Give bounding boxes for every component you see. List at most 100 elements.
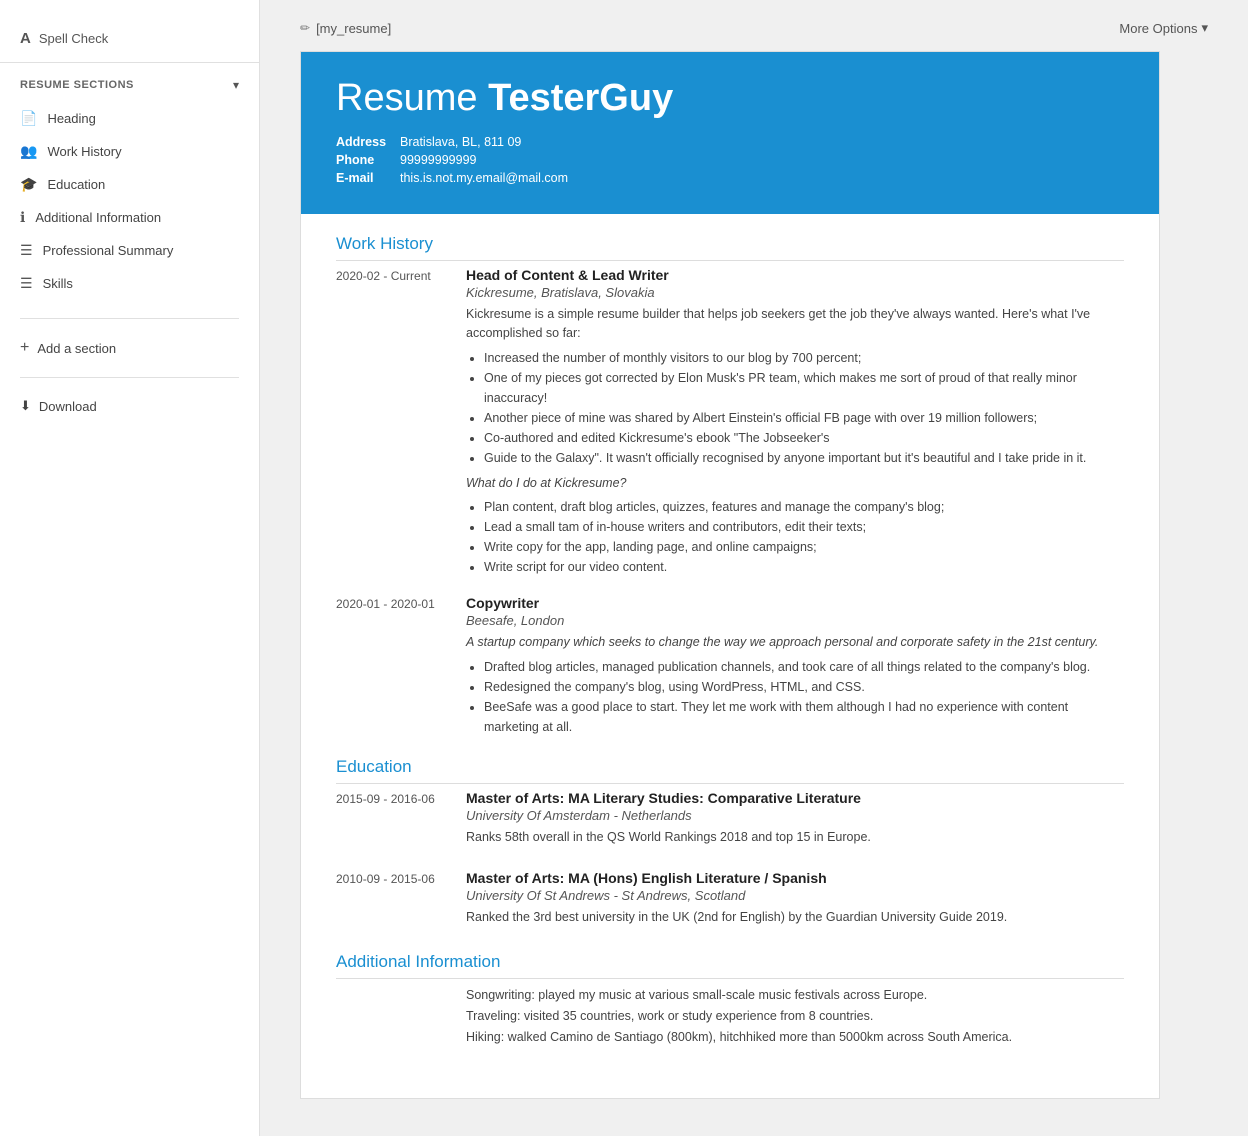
work-entry-1: 2020-02 - Current Head of Content & Lead…: [336, 267, 1124, 577]
work-entry-1-date: 2020-02 - Current: [336, 267, 466, 577]
education-section: Education 2015-09 - 2016-06 Master of Ar…: [336, 757, 1124, 932]
work-entry-1-extra-bullets: Plan content, draft blog articles, quizz…: [484, 497, 1124, 577]
add-section-label: Add a section: [37, 341, 116, 356]
sidebar-item-additional-info[interactable]: ℹ Additional Information: [0, 201, 259, 234]
phone-row: Phone 99999999999: [336, 153, 1124, 167]
work-entry-2-subtitle: Beesafe, London: [466, 613, 1124, 628]
pencil-icon: ✏: [300, 21, 310, 35]
work-entry-2-bullets: Drafted blog articles, managed publicati…: [484, 657, 1124, 737]
more-options-button[interactable]: More Options ▾: [1119, 20, 1208, 36]
additional-line-3: Hiking: walked Camino de Santiago (800km…: [466, 1027, 1124, 1048]
education-entry-1-subtitle: University Of Amsterdam - Netherlands: [466, 808, 1124, 823]
list-item: Another piece of mine was shared by Albe…: [484, 408, 1124, 428]
work-history-section: Work History 2020-02 - Current Head of C…: [336, 234, 1124, 737]
list-item: Write copy for the app, landing page, an…: [484, 537, 1124, 557]
resume-body: Work History 2020-02 - Current Head of C…: [301, 214, 1159, 1098]
spell-check-label: Spell Check: [39, 31, 108, 46]
file-name[interactable]: ✏ [my_resume]: [300, 21, 391, 36]
work-entry-2-date: 2020-01 - 2020-01: [336, 595, 466, 737]
additional-info-content: Songwriting: played my music at various …: [336, 985, 1124, 1049]
sidebar-item-work-history-label: Work History: [47, 144, 121, 159]
address-label: Address: [336, 135, 396, 149]
education-entry-1: 2015-09 - 2016-06 Master of Arts: MA Lit…: [336, 790, 1124, 852]
list-item: Drafted blog articles, managed publicati…: [484, 657, 1124, 677]
professional-summary-icon: ☰: [20, 242, 33, 259]
education-entry-2-title: Master of Arts: MA (Hons) English Litera…: [466, 870, 1124, 886]
list-item: Write script for our video content.: [484, 557, 1124, 577]
top-bar: ✏ [my_resume] More Options ▾: [300, 20, 1208, 36]
phone-value: 99999999999: [400, 153, 476, 167]
divider: [20, 318, 239, 319]
email-row: E-mail this.is.not.my.email@mail.com: [336, 171, 1124, 185]
list-item: One of my pieces got corrected by Elon M…: [484, 368, 1124, 408]
education-entry-1-content: Master of Arts: MA Literary Studies: Com…: [466, 790, 1124, 852]
work-entry-1-title: Head of Content & Lead Writer: [466, 267, 1124, 283]
email-value: this.is.not.my.email@mail.com: [400, 171, 568, 185]
nav-items: 📄 Heading 👥 Work History 🎓 Education ℹ A…: [0, 102, 259, 310]
list-item: Co-authored and edited Kickresume's eboo…: [484, 428, 1124, 448]
add-icon: +: [20, 339, 29, 357]
additional-line-1: Songwriting: played my music at various …: [466, 985, 1124, 1006]
address-value: Bratislava, BL, 811 09: [400, 135, 521, 149]
list-item: Increased the number of monthly visitors…: [484, 348, 1124, 368]
resume-name: Resume TesterGuy: [336, 77, 1124, 120]
work-entry-2: 2020-01 - 2020-01 Copywriter Beesafe, Lo…: [336, 595, 1124, 737]
work-entry-1-extra-title: What do I do at Kickresume?: [466, 474, 1124, 493]
phone-label: Phone: [336, 153, 396, 167]
skills-icon: ☰: [20, 275, 33, 292]
more-options-chevron-icon: ▾: [1201, 20, 1208, 36]
additional-info-icon: ℹ: [20, 209, 25, 226]
sidebar-item-professional-summary-label: Professional Summary: [43, 243, 174, 258]
download-button[interactable]: ⬇ Download: [0, 386, 259, 426]
chevron-down-icon[interactable]: ▾: [233, 78, 239, 92]
list-item: Redesigned the company's blog, using Wor…: [484, 677, 1124, 697]
sidebar-item-education-label: Education: [47, 177, 105, 192]
divider-2: [20, 377, 239, 378]
sidebar-item-skills-label: Skills: [43, 276, 73, 291]
education-entry-2-description: Ranked the 3rd best university in the UK…: [466, 908, 1124, 927]
sidebar-item-additional-label: Additional Information: [35, 210, 161, 225]
education-entry-1-title: Master of Arts: MA Literary Studies: Com…: [466, 790, 1124, 806]
work-history-icon: 👥: [20, 143, 37, 160]
resume-card: Resume TesterGuy Address Bratislava, BL,…: [300, 51, 1160, 1099]
additional-info-section: Additional Information Songwriting: play…: [336, 952, 1124, 1049]
education-entry-1-date: 2015-09 - 2016-06: [336, 790, 466, 852]
resume-sections-header: RESUME SECTIONS ▾: [0, 63, 259, 102]
resume-name-bold: TesterGuy: [488, 77, 673, 119]
sidebar-item-professional-summary[interactable]: ☰ Professional Summary: [0, 234, 259, 267]
sidebar-item-skills[interactable]: ☰ Skills: [0, 267, 259, 300]
sections-label: RESUME SECTIONS: [20, 79, 134, 91]
education-entry-2: 2010-09 - 2015-06 Master of Arts: MA (Ho…: [336, 870, 1124, 932]
sidebar: A Spell Check RESUME SECTIONS ▾ 📄 Headin…: [0, 0, 260, 1136]
sidebar-item-work-history[interactable]: 👥 Work History: [0, 135, 259, 168]
sidebar-item-education[interactable]: 🎓 Education: [0, 168, 259, 201]
sidebar-item-heading[interactable]: 📄 Heading: [0, 102, 259, 135]
file-name-text: [my_resume]: [316, 21, 391, 36]
work-entry-2-title: Copywriter: [466, 595, 1124, 611]
work-entry-2-content: Copywriter Beesafe, London A startup com…: [466, 595, 1124, 737]
email-label: E-mail: [336, 171, 396, 185]
education-entry-2-date: 2010-09 - 2015-06: [336, 870, 466, 932]
education-entry-1-description: Ranks 58th overall in the QS World Ranki…: [466, 828, 1124, 847]
education-icon: 🎓: [20, 176, 37, 193]
work-history-title: Work History: [336, 234, 1124, 261]
additional-line-2: Traveling: visited 35 countries, work or…: [466, 1006, 1124, 1027]
resume-name-light: Resume: [336, 77, 488, 119]
main-content: ✏ [my_resume] More Options ▾ Resume Test…: [260, 0, 1248, 1136]
list-item: Lead a small tam of in-house writers and…: [484, 517, 1124, 537]
add-section-button[interactable]: + Add a section: [0, 327, 259, 369]
education-entry-2-content: Master of Arts: MA (Hons) English Litera…: [466, 870, 1124, 932]
spell-check-button[interactable]: A Spell Check: [0, 20, 259, 63]
work-entry-1-content: Head of Content & Lead Writer Kickresume…: [466, 267, 1124, 577]
list-item: Guide to the Galaxy". It wasn't official…: [484, 448, 1124, 468]
list-item: Plan content, draft blog articles, quizz…: [484, 497, 1124, 517]
more-options-label: More Options: [1119, 21, 1197, 36]
additional-info-title: Additional Information: [336, 952, 1124, 979]
heading-icon: 📄: [20, 110, 37, 127]
list-item: BeeSafe was a good place to start. They …: [484, 697, 1124, 737]
address-row: Address Bratislava, BL, 811 09: [336, 135, 1124, 149]
spell-check-icon: A: [20, 30, 31, 47]
education-entry-2-subtitle: University Of St Andrews - St Andrews, S…: [466, 888, 1124, 903]
work-entry-1-bullets: Increased the number of monthly visitors…: [484, 348, 1124, 468]
work-entry-2-description-italic: A startup company which seeks to change …: [466, 633, 1124, 652]
